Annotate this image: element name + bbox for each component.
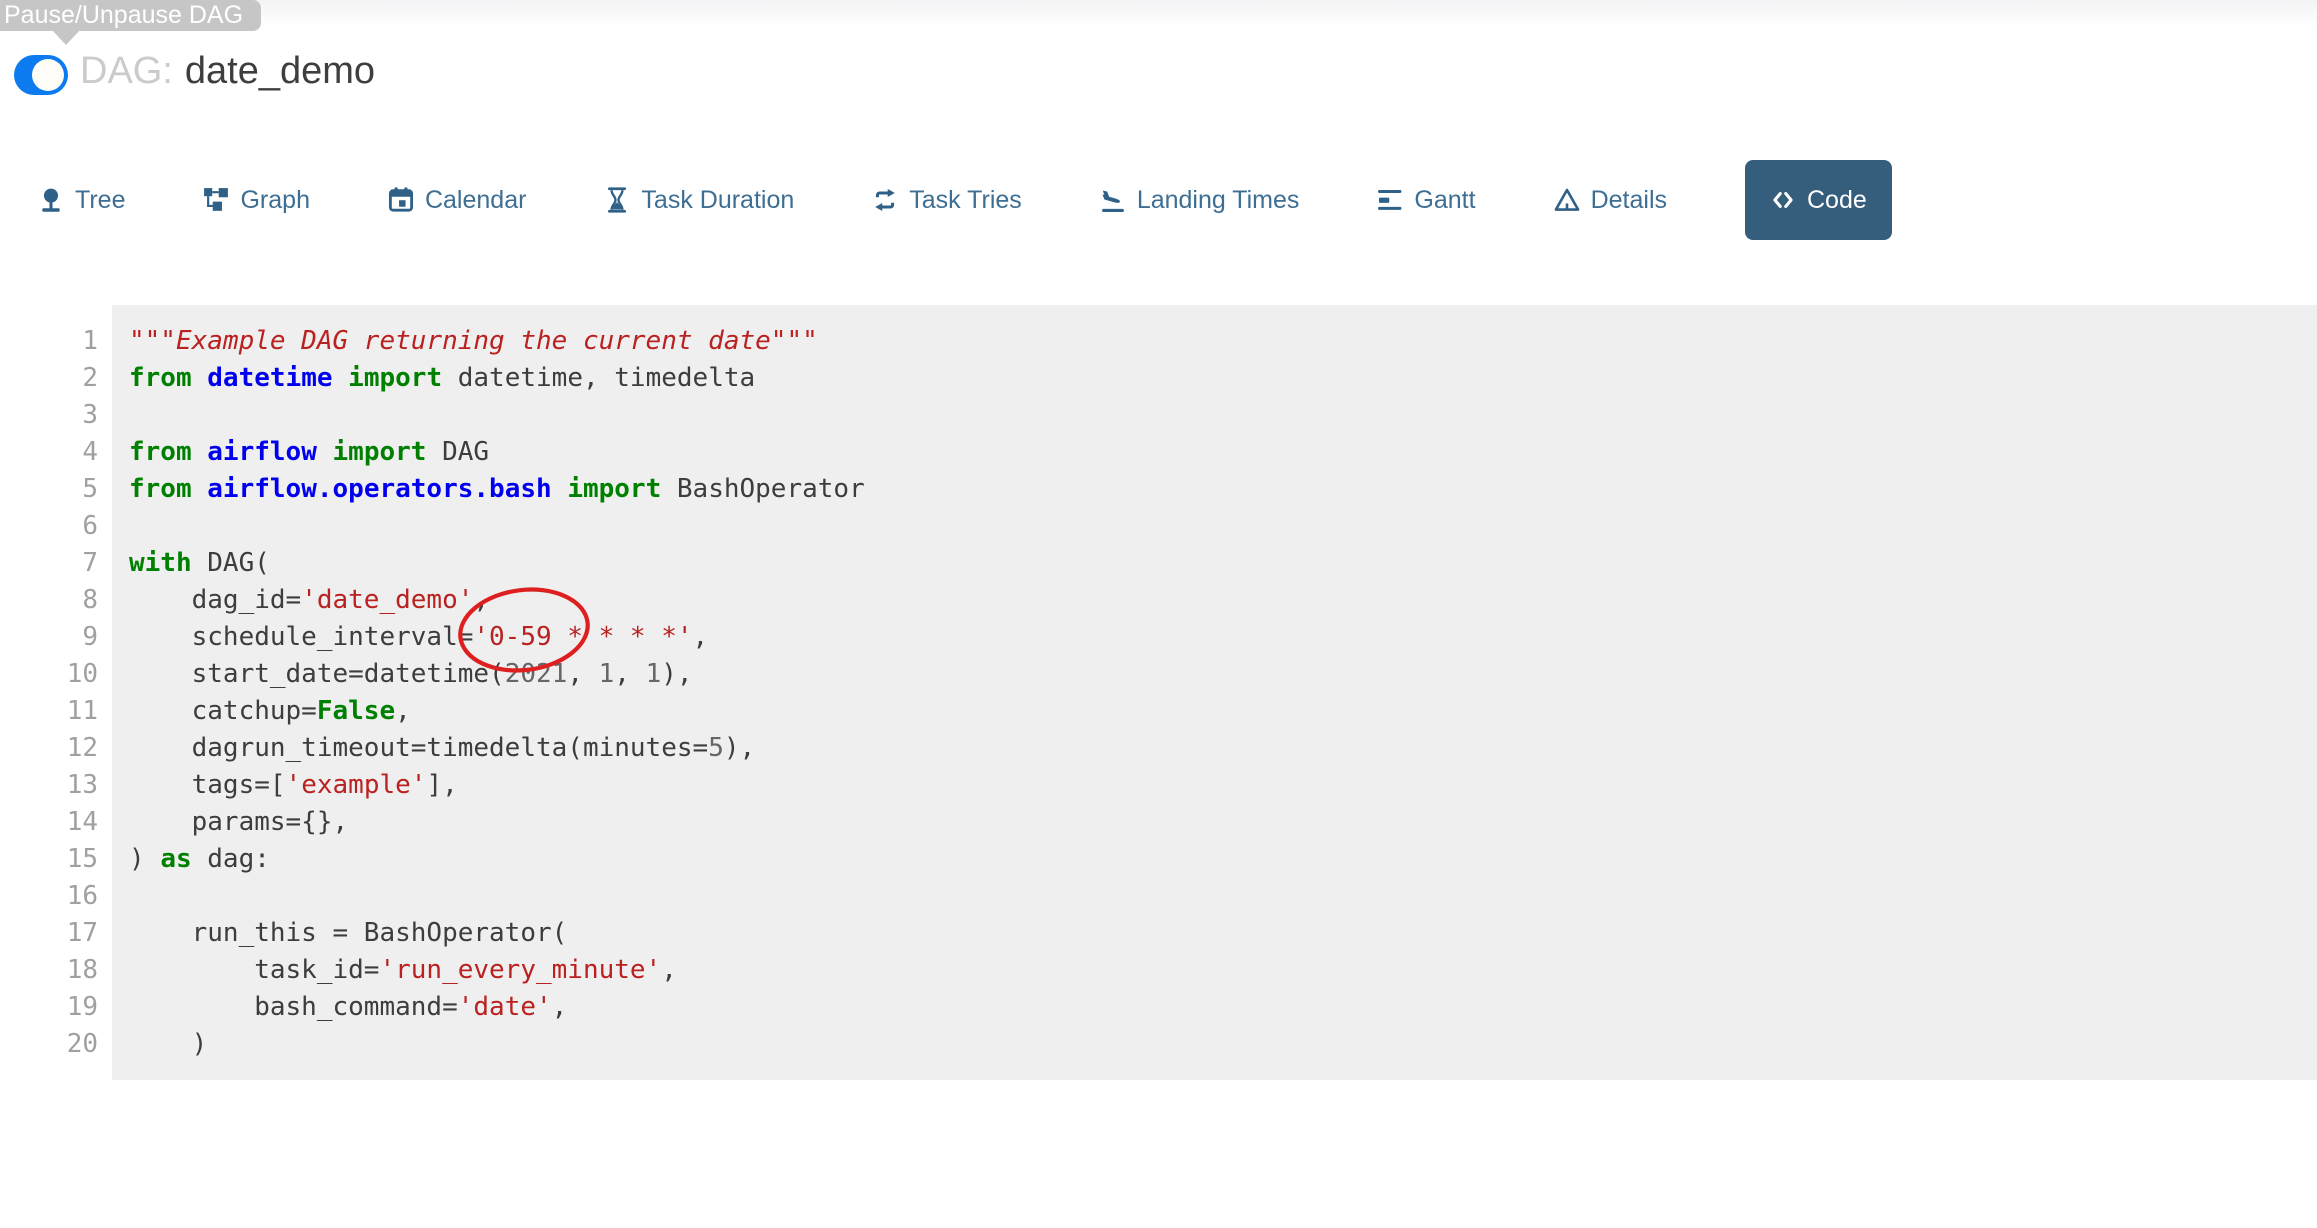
code-line: schedule_interval='0-59 * * * *', — [129, 619, 2317, 656]
tab-gantt[interactable]: Gantt — [1377, 186, 1475, 215]
tab-code[interactable]: Code — [1745, 160, 1892, 240]
code-line — [129, 878, 2317, 915]
line-number: 10 — [0, 656, 98, 693]
tab-calendar[interactable]: Calendar — [388, 186, 526, 215]
line-number: 4 — [0, 434, 98, 471]
code-line: from airflow.operators.bash import BashO… — [129, 471, 2317, 508]
airflow-dag-code-page: Pause/Unpause DAG DAG: date_demo Tree Gra… — [0, 0, 2317, 1228]
line-number: 12 — [0, 730, 98, 767]
tab-tree[interactable]: Tree — [38, 186, 125, 215]
hourglass-icon — [604, 187, 630, 213]
dag-code-view: 1234567891011121314151617181920 """Examp… — [0, 305, 2317, 1080]
line-number: 1 — [0, 323, 98, 360]
code-line: params={}, — [129, 804, 2317, 841]
code-line: from datetime import datetime, timedelta — [129, 360, 2317, 397]
repeat-icon — [872, 187, 898, 213]
code-line: tags=['example'], — [129, 767, 2317, 804]
dag-pause-toggle[interactable] — [14, 55, 68, 95]
code-line: ) — [129, 1026, 2317, 1063]
tab-details[interactable]: Details — [1554, 186, 1667, 215]
line-number: 5 — [0, 471, 98, 508]
tab-label: Graph — [240, 186, 309, 215]
code-line: with DAG( — [129, 545, 2317, 582]
graph-icon — [203, 187, 229, 213]
line-number: 14 — [0, 804, 98, 841]
tab-label: Calendar — [425, 186, 526, 215]
code-content: """Example DAG returning the current dat… — [112, 305, 2317, 1080]
tab-landing-times[interactable]: Landing Times — [1100, 186, 1300, 215]
code-line — [129, 508, 2317, 545]
tooltip-arrow — [52, 30, 80, 45]
tab-label: Task Duration — [641, 186, 794, 215]
tab-label: Details — [1591, 186, 1667, 215]
line-number: 18 — [0, 952, 98, 989]
code-line: dag_id='date_demo', — [129, 582, 2317, 619]
line-number: 15 — [0, 841, 98, 878]
line-number: 17 — [0, 915, 98, 952]
toggle-knob — [32, 59, 64, 91]
code-brackets-icon — [1770, 187, 1796, 213]
tab-bar: Tree Graph Calendar Task Duration Task T… — [38, 160, 1892, 240]
line-number: 3 — [0, 397, 98, 434]
tab-graph[interactable]: Graph — [203, 186, 309, 215]
tab-label: Task Tries — [909, 186, 1022, 215]
line-number: 9 — [0, 619, 98, 656]
line-number: 11 — [0, 693, 98, 730]
dag-label: DAG: — [80, 50, 173, 92]
tab-task-tries[interactable]: Task Tries — [872, 186, 1022, 215]
line-number-gutter: 1234567891011121314151617181920 — [0, 305, 112, 1080]
gantt-bars-icon — [1377, 187, 1403, 213]
line-number: 13 — [0, 767, 98, 804]
line-number: 20 — [0, 1026, 98, 1063]
line-number: 2 — [0, 360, 98, 397]
code-line: dagrun_timeout=timedelta(minutes=5), — [129, 730, 2317, 767]
tab-label: Code — [1807, 186, 1867, 215]
tree-icon — [38, 187, 64, 213]
top-gradient — [0, 0, 2317, 28]
code-line: bash_command='date', — [129, 989, 2317, 1026]
calendar-icon — [388, 187, 414, 213]
code-line: task_id='run_every_minute', — [129, 952, 2317, 989]
code-line: """Example DAG returning the current dat… — [129, 323, 2317, 360]
line-number: 7 — [0, 545, 98, 582]
line-number: 19 — [0, 989, 98, 1026]
code-line: run_this = BashOperator( — [129, 915, 2317, 952]
dag-title: date_demo — [185, 50, 375, 92]
code-line: ) as dag: — [129, 841, 2317, 878]
tab-label: Gantt — [1414, 186, 1475, 215]
code-line — [129, 397, 2317, 434]
code-line: catchup=False, — [129, 693, 2317, 730]
plane-landing-icon — [1100, 187, 1126, 213]
line-number: 8 — [0, 582, 98, 619]
pause-toggle-tooltip: Pause/Unpause DAG — [0, 0, 261, 31]
code-line: from airflow import DAG — [129, 434, 2317, 471]
tab-label: Landing Times — [1137, 186, 1300, 215]
line-number: 6 — [0, 508, 98, 545]
triangle-icon — [1554, 187, 1580, 213]
tab-label: Tree — [75, 186, 125, 215]
tab-task-duration[interactable]: Task Duration — [604, 186, 794, 215]
line-number: 16 — [0, 878, 98, 915]
code-line: start_date=datetime(2021, 1, 1), — [129, 656, 2317, 693]
page-title: DAG: date_demo — [80, 50, 375, 93]
